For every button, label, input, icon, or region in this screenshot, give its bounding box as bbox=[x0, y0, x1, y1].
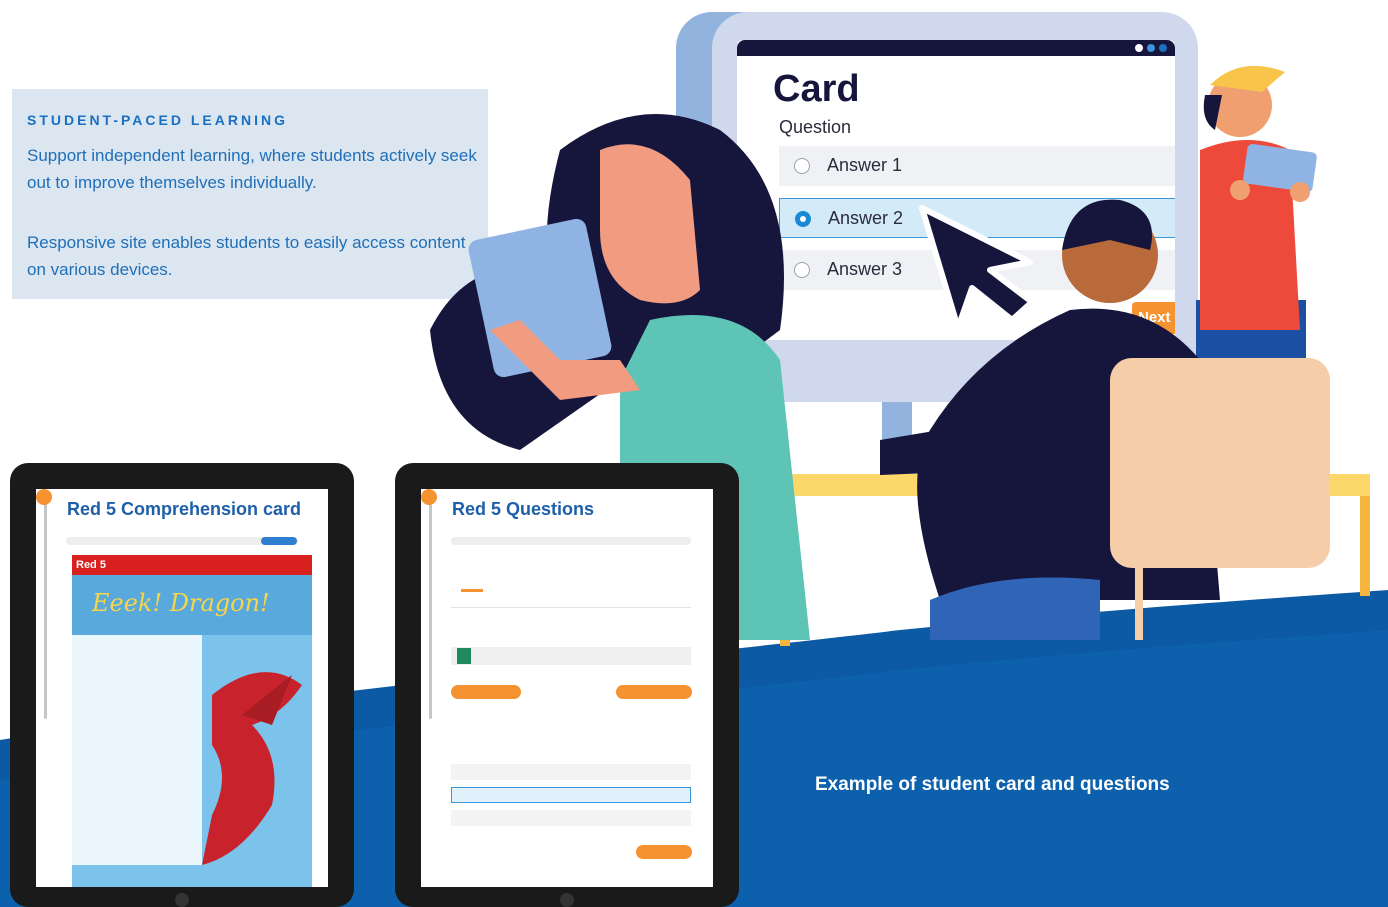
cursor-icon bbox=[919, 205, 1035, 331]
caption: Example of student card and questions bbox=[815, 774, 1170, 795]
boy-with-tablet-illustration bbox=[1196, 65, 1317, 380]
back-icon[interactable] bbox=[421, 489, 437, 505]
questions-page-title: Red 5 Questions bbox=[452, 499, 595, 519]
home-button-icon bbox=[560, 893, 574, 907]
tablet-comprehension-card: Red 5 Comprehension card Red 5 Eeek! Dra… bbox=[10, 463, 354, 907]
chair-illustration bbox=[1110, 358, 1330, 568]
back-icon[interactable] bbox=[36, 489, 52, 505]
dragon-image bbox=[202, 672, 302, 865]
option-row-selected[interactable] bbox=[451, 787, 691, 803]
home-button-icon bbox=[175, 893, 189, 907]
action-button[interactable] bbox=[261, 537, 297, 545]
option-row[interactable] bbox=[451, 764, 691, 780]
band-label: Red 5 bbox=[72, 555, 312, 575]
tab-indicator bbox=[461, 589, 483, 592]
scrollbar[interactable] bbox=[44, 499, 47, 719]
tablet-screen: Red 5 Questions bbox=[421, 489, 713, 887]
tablet-screen: Red 5 Comprehension card Red 5 Eeek! Dra… bbox=[36, 489, 328, 887]
scrollbar[interactable] bbox=[429, 499, 432, 719]
continue-button[interactable] bbox=[616, 685, 692, 699]
submit-button[interactable] bbox=[636, 845, 692, 859]
tablet-questions: Red 5 Questions bbox=[395, 463, 739, 907]
question-nav[interactable] bbox=[451, 647, 691, 665]
story-page: Eeek! Dragon! bbox=[72, 575, 312, 887]
card-page-title: Red 5 Comprehension card bbox=[67, 499, 302, 519]
previous-button[interactable] bbox=[451, 685, 521, 699]
story-title: Eeek! Dragon! bbox=[92, 589, 270, 617]
option-row[interactable] bbox=[451, 810, 691, 826]
breadcrumb bbox=[451, 537, 691, 545]
